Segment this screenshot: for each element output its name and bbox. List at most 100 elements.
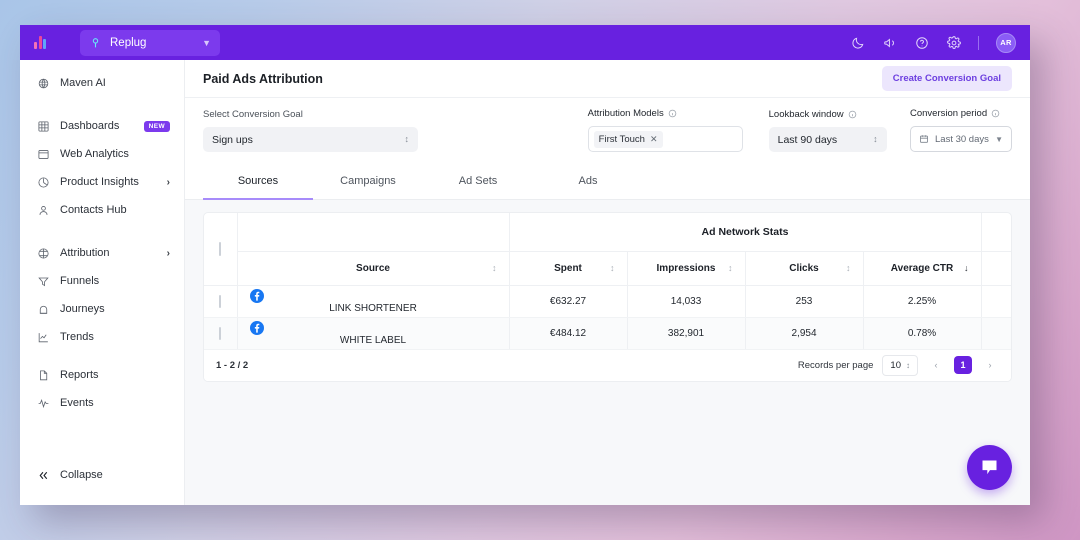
chevron-down-icon: ▼ [995, 134, 1003, 144]
journeys-icon [36, 302, 50, 316]
funnel-icon [36, 274, 50, 288]
avatar[interactable]: AR [996, 32, 1016, 53]
sidebar-item-label: Contacts Hub [60, 204, 127, 216]
sidebar-item-web-analytics[interactable]: Web Analytics [20, 140, 184, 168]
trends-chart-icon [36, 330, 50, 344]
sidebar-item-journeys[interactable]: Journeys [20, 295, 184, 323]
conversion-period-label-text: Conversion period [910, 108, 988, 119]
sort-icon[interactable]: ↕ [728, 263, 733, 273]
sidebar-collapse-button[interactable]: Collapse [20, 461, 184, 489]
info-icon[interactable] [991, 109, 1000, 118]
records-per-page-select[interactable]: 10 ↕ [882, 354, 918, 376]
lookback-window-filter: Lookback window Last 90 days ↕ [768, 109, 887, 152]
chevron-right-icon: › [166, 247, 170, 259]
conversion-period-select[interactable]: Last 30 days ▼ [910, 126, 1012, 152]
tab-ad-sets[interactable]: Ad Sets [423, 164, 533, 200]
chat-support-button[interactable] [967, 445, 1012, 490]
info-icon[interactable] [848, 110, 857, 119]
sidebar-item-dashboards[interactable]: Dashboards NEW [20, 112, 184, 140]
help-icon[interactable] [914, 35, 929, 50]
sidebar-item-label: Funnels [60, 275, 100, 287]
source-cell-content: WHITE LABEL [249, 320, 497, 346]
sidebar-item-funnels[interactable]: Funnels [20, 267, 184, 295]
sidebar-item-events[interactable]: Events [20, 389, 184, 417]
pie-clock-icon [36, 175, 50, 189]
lookback-window-value: Last 90 days [777, 133, 838, 146]
sort-icon[interactable]: ↕ [846, 263, 851, 273]
sidebar-item-trends[interactable]: Trends [20, 323, 184, 351]
attribution-models-filter: Attribution Models First Touch ✕ [587, 108, 743, 152]
calendar-icon [920, 135, 928, 143]
sidebar-item-maven-ai[interactable]: Maven AI [20, 69, 184, 97]
sidebar-item-contacts-hub[interactable]: Contacts Hub [20, 196, 184, 224]
column-header-clicks[interactable]: Clicks ↕ [745, 251, 864, 286]
attribution-models-label-text: Attribution Models [587, 108, 664, 119]
column-header-truncated[interactable]: V [981, 251, 1011, 286]
column-header-source[interactable]: Source ↕ [237, 251, 510, 286]
column-header-average-ctr[interactable]: Average CTR ↓ [863, 251, 982, 286]
tab-ads[interactable]: Ads [533, 164, 643, 200]
cell-average-ctr: 0.78% [863, 317, 982, 350]
group-header-blank [237, 213, 510, 252]
double-chevron-left-icon [36, 468, 50, 482]
sort-desc-icon[interactable]: ↓ [964, 263, 969, 273]
page-1-button[interactable]: 1 [954, 356, 972, 374]
group-header-blank-right [981, 213, 1011, 252]
row-select-cell [204, 317, 238, 350]
sort-icon[interactable]: ↕ [610, 263, 615, 273]
sort-icon[interactable]: ↕ [492, 263, 497, 273]
attribution-model-chip[interactable]: First Touch ✕ [593, 130, 663, 148]
sidebar-item-reports[interactable]: Reports [20, 361, 184, 389]
row-checkbox[interactable] [219, 294, 222, 308]
column-label: Source [356, 262, 390, 274]
records-per-page-value: 10 [890, 359, 901, 371]
next-page-button[interactable]: › [981, 356, 999, 374]
table-head: Ad Network Stats Source ↕ Spent ↕ Impres… [204, 213, 1011, 286]
sidebar-item-attribution[interactable]: Attribution › [20, 239, 184, 267]
column-header-spent[interactable]: Spent ↕ [509, 251, 628, 286]
sidebar-item-label: Dashboards [60, 120, 120, 132]
column-label: Impressions [656, 262, 716, 274]
pagination-controls: Records per page 10 ↕ ‹ 1 › [798, 354, 999, 376]
tab-campaigns[interactable]: Campaigns [313, 164, 423, 200]
browser-icon [36, 147, 50, 161]
gear-icon[interactable] [946, 35, 961, 50]
main-content: Paid Ads Attribution Create Conversion G… [185, 60, 1030, 505]
sidebar-item-label: Trends [60, 331, 94, 343]
table-row[interactable]: WHITE LABEL €484.12 382,901 2,954 0.78% [204, 317, 1011, 350]
attribution-model-chip-label: First Touch [598, 133, 645, 145]
source-name: LINK SHORTENER [329, 302, 417, 314]
conversion-goal-select[interactable]: Sign ups ↕ [203, 127, 418, 152]
report-document-icon [36, 368, 50, 382]
cell-source: WHITE LABEL [237, 317, 510, 350]
app-logo[interactable] [20, 36, 60, 49]
prev-page-button[interactable]: ‹ [927, 356, 945, 374]
cell-impressions: 382,901 [627, 317, 746, 350]
group-header-ad-network-stats: Ad Network Stats [509, 213, 982, 252]
column-label: Spent [554, 262, 582, 274]
tab-sources[interactable]: Sources [203, 164, 313, 200]
sidebar: Maven AI Dashboards NEW Web Analytics Pr… [20, 60, 185, 505]
attribution-models-input[interactable]: First Touch ✕ [587, 126, 743, 152]
column-header-impressions[interactable]: Impressions ↕ [627, 251, 746, 286]
chat-bubble-icon [982, 460, 997, 475]
conversion-goal-label: Select Conversion Goal [203, 109, 303, 120]
replug-location-icon [92, 38, 99, 48]
info-icon[interactable] [668, 109, 677, 118]
select-all-checkbox[interactable] [219, 241, 222, 256]
conversion-period-label: Conversion period [910, 108, 1012, 119]
close-icon[interactable]: ✕ [650, 134, 658, 145]
top-bar: Replug ▼ AR [20, 25, 1030, 60]
dark-mode-icon[interactable] [850, 35, 865, 50]
row-checkbox[interactable] [219, 326, 222, 340]
workspace-selector[interactable]: Replug ▼ [80, 29, 220, 56]
cell-clicks: 253 [745, 285, 864, 318]
table-row[interactable]: LINK SHORTENER €632.27 14,033 253 2.25% [204, 285, 1011, 318]
lookback-window-select[interactable]: Last 90 days ↕ [768, 127, 887, 152]
create-conversion-goal-button[interactable]: Create Conversion Goal [881, 66, 1012, 91]
sidebar-item-label: Web Analytics [60, 148, 129, 160]
sidebar-item-product-insights[interactable]: Product Insights › [20, 168, 184, 196]
record-range-text: 1 - 2 / 2 [216, 359, 249, 371]
announcements-icon[interactable] [882, 35, 897, 50]
table-header-row: Source ↕ Spent ↕ Impressions ↕ Clicks ↕ [204, 251, 1011, 286]
